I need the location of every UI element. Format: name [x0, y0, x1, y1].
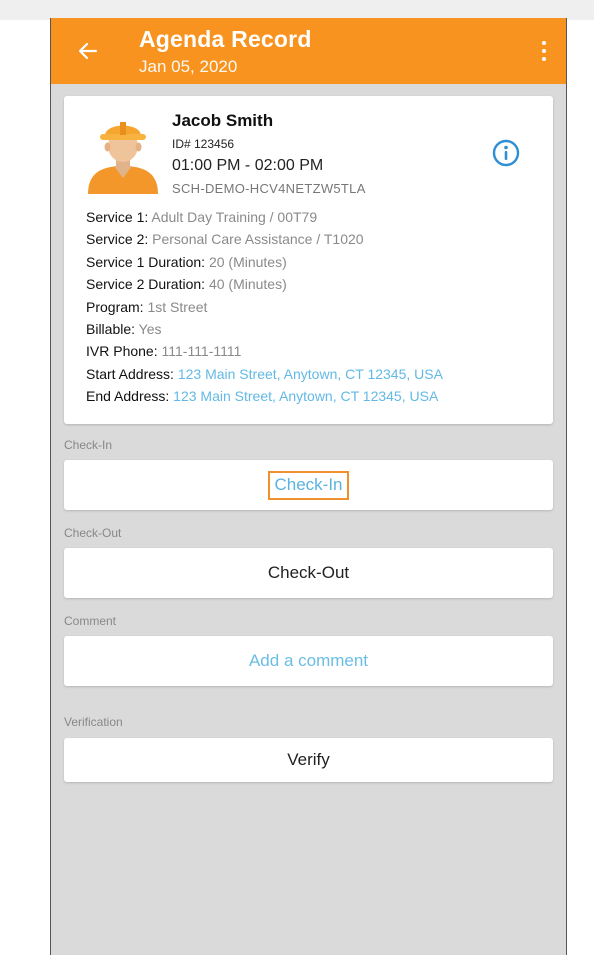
- detail-row-service-1: Service 1: Adult Day Training / 00T79: [86, 206, 546, 228]
- checkout-button-label: Check-Out: [267, 563, 350, 582]
- detail-row-program: Program: 1st Street: [86, 296, 546, 318]
- checkin-button-label: Check-In: [268, 470, 349, 500]
- detail-label: Service 1:: [86, 209, 149, 225]
- comment-input[interactable]: Add a comment: [64, 636, 553, 686]
- detail-value: 111-111-1111: [161, 343, 242, 360]
- client-card: Jacob Smith ID# 123456 01:00 PM - 02:00 …: [64, 96, 553, 424]
- detail-label: Service 1 Duration:: [86, 253, 206, 270]
- detail-label: Service 2 Duration:: [86, 276, 206, 293]
- client-name: Jacob Smith: [172, 111, 274, 130]
- detail-value: 20 (Minutes): [208, 253, 287, 270]
- checkin-button[interactable]: Check-In: [64, 460, 553, 510]
- checkout-button[interactable]: Check-Out: [64, 548, 553, 598]
- detail-row-end-address: End Address: 123 Main Street, Anytown, C…: [86, 385, 546, 407]
- info-icon[interactable]: [490, 137, 522, 169]
- appointment-time: 01:00 PM - 02:00 PM: [172, 157, 324, 174]
- detail-label: Service 2:: [86, 231, 149, 248]
- start-address-link[interactable]: 123 Main Street, Anytown, CT 12345, USA: [178, 366, 443, 382]
- schedule-code: SCH-DEMO-HCV4NETZW5TLA: [172, 181, 366, 196]
- page-date: Jan 05, 2020: [139, 57, 238, 76]
- app-bar: Agenda Record Jan 05, 2020: [51, 18, 566, 84]
- top-strip: [0, 0, 594, 20]
- detail-row-start-address: Start Address: 123 Main Street, Anytown,…: [86, 363, 546, 385]
- verify-button-label: Verify: [287, 750, 330, 769]
- comment-placeholder: Add a comment: [248, 651, 369, 670]
- app-screen: Agenda Record Jan 05, 2020 Jacob Smith I…: [50, 18, 567, 955]
- detail-value: 1st Street: [147, 298, 208, 315]
- detail-row-service-1-duration: Service 1 Duration: 20 (Minutes): [86, 251, 546, 273]
- comment-section-label: Comment: [64, 614, 117, 628]
- detail-row-service-2: Service 2: Personal Care Assistance / T1…: [86, 228, 546, 250]
- checkin-section-label: Check-In: [64, 438, 113, 452]
- detail-label: Program:: [86, 298, 144, 315]
- verify-button[interactable]: Verify: [64, 738, 553, 782]
- more-vertical-icon[interactable]: [534, 36, 554, 66]
- detail-value: 40 (Minutes): [208, 276, 287, 293]
- detail-value: Yes: [138, 321, 162, 338]
- detail-value: Adult Day Training / 00T79: [151, 209, 318, 225]
- detail-label: Start Address:: [86, 365, 174, 382]
- verification-section-label: Verification: [64, 715, 123, 729]
- detail-row-service-2-duration: Service 2 Duration: 40 (Minutes): [86, 273, 546, 295]
- detail-value: Personal Care Assistance / T1020: [152, 231, 364, 248]
- page-title: Agenda Record: [139, 26, 312, 52]
- detail-label: End Address:: [86, 388, 170, 405]
- arrow-left-icon[interactable]: [71, 34, 105, 68]
- end-address-link[interactable]: 123 Main Street, Anytown, CT 12345, USA: [173, 388, 438, 404]
- detail-label: Billable:: [86, 321, 136, 338]
- worker-avatar-icon: [86, 114, 160, 194]
- detail-row-billable: Billable: Yes: [86, 318, 546, 340]
- detail-row-ivr-phone: IVR Phone: 111-111-1111: [86, 340, 546, 362]
- details-list: Service 1: Adult Day Training / 00T79 Se…: [86, 206, 546, 408]
- detail-label: IVR Phone:: [86, 343, 158, 360]
- client-id: ID# 123456: [172, 137, 235, 151]
- checkout-section-label: Check-Out: [64, 526, 122, 540]
